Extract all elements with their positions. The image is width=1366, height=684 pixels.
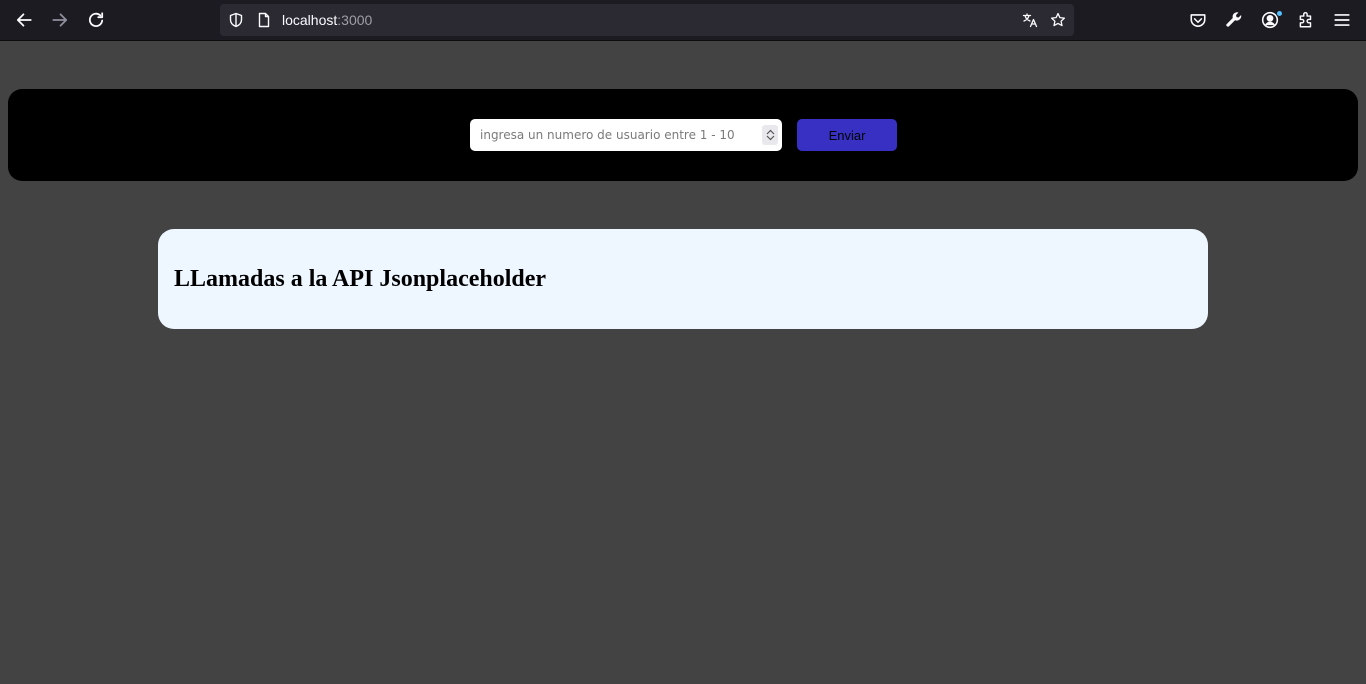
url-bar[interactable]: localhost:3000 bbox=[220, 4, 1074, 36]
back-arrow-icon[interactable] bbox=[10, 6, 38, 34]
main-card: LLamadas a la API Jsonplaceholder bbox=[158, 229, 1208, 329]
page-title: LLamadas a la API Jsonplaceholder bbox=[174, 266, 547, 292]
notification-dot bbox=[1276, 10, 1283, 17]
url-port: :3000 bbox=[337, 12, 373, 28]
star-icon[interactable] bbox=[1049, 11, 1067, 29]
url-text: localhost:3000 bbox=[282, 12, 372, 28]
forward-arrow-icon[interactable] bbox=[46, 6, 74, 34]
wrench-icon[interactable] bbox=[1220, 6, 1248, 34]
reload-icon[interactable] bbox=[82, 6, 110, 34]
submit-button[interactable]: Enviar bbox=[797, 119, 897, 151]
translate-icon[interactable] bbox=[1021, 11, 1039, 29]
shield-icon[interactable] bbox=[227, 11, 245, 29]
spinner-down-icon[interactable] bbox=[766, 135, 775, 141]
browser-toolbar: localhost:3000 bbox=[0, 0, 1366, 41]
url-host: localhost bbox=[282, 12, 338, 28]
pocket-icon[interactable] bbox=[1184, 6, 1212, 34]
user-number-input[interactable] bbox=[470, 119, 782, 151]
puzzle-icon[interactable] bbox=[1292, 6, 1320, 34]
hamburger-menu-icon[interactable] bbox=[1328, 6, 1356, 34]
page-icon[interactable] bbox=[255, 11, 273, 29]
number-spinner[interactable] bbox=[762, 125, 778, 145]
